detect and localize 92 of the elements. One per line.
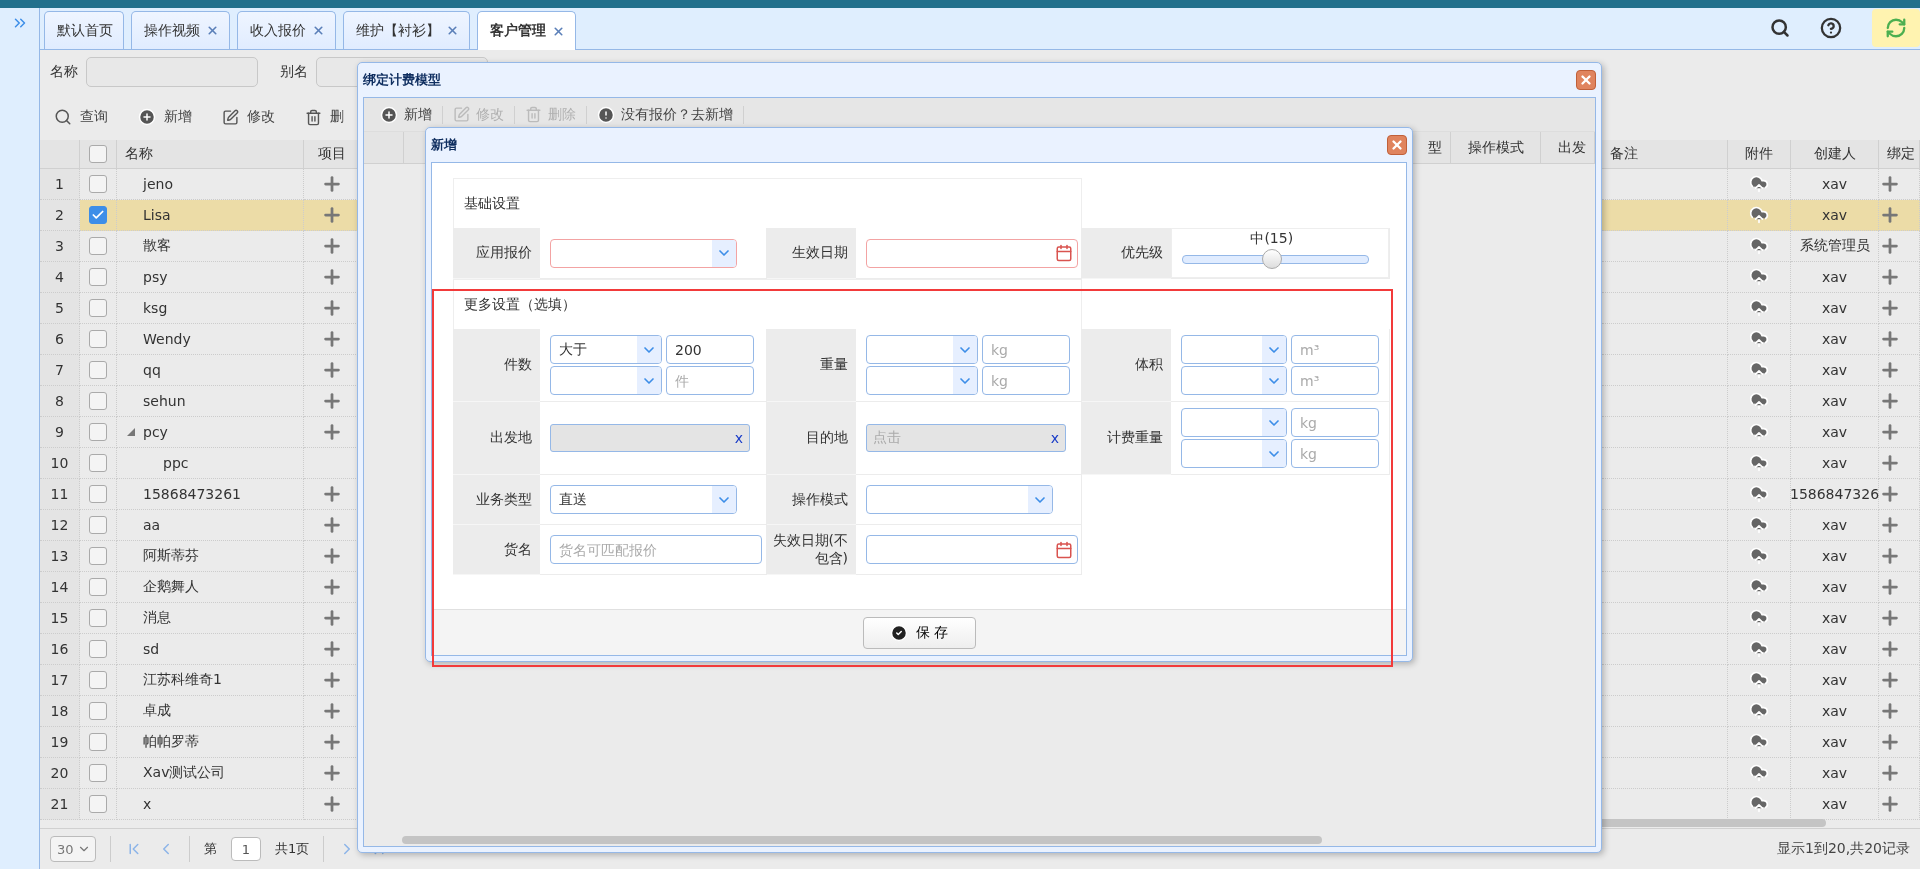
creator-name: xav — [1791, 603, 1879, 634]
slider-value: 中(15) — [1250, 229, 1294, 247]
row-number: 5 — [40, 293, 80, 324]
customer-name: sd — [143, 641, 160, 657]
field-label: 别名 — [280, 63, 308, 81]
row-number: 19 — [40, 727, 80, 758]
column-header: 备注 — [1602, 140, 1728, 169]
customer-name: psy — [143, 269, 168, 285]
column-header: 操作模式 — [1451, 132, 1541, 164]
creator-name: 1586847326 — [1791, 479, 1879, 510]
field-label: 体积 — [1082, 329, 1171, 402]
dialog-title: 新增 — [431, 136, 457, 154]
row-number: 21 — [40, 789, 80, 820]
row-number: 8 — [40, 386, 80, 417]
field-label: 优先级 — [1082, 228, 1171, 279]
creator-name: xav — [1791, 727, 1879, 758]
creator-name: xav — [1791, 355, 1879, 386]
creator-name: xav — [1791, 572, 1879, 603]
customer-name: 消息 — [143, 609, 171, 627]
customer-name: sehun — [143, 393, 186, 409]
customer-name: x — [143, 796, 152, 812]
customer-name: 卓成 — [143, 702, 171, 720]
creator-name: xav — [1791, 417, 1879, 448]
customer-name: 阿斯蒂芬 — [143, 547, 199, 565]
row-number: 9 — [40, 417, 80, 448]
creator-name: xav — [1791, 541, 1879, 572]
field-label: 生效日期 — [767, 228, 856, 279]
column-header: 创建人 — [1791, 140, 1879, 169]
field-label: 名称 — [50, 63, 78, 81]
placeholder-text: 点击 — [873, 429, 901, 447]
row-number: 3 — [40, 231, 80, 262]
creator-name: xav — [1791, 758, 1879, 789]
creator-name: xav — [1791, 324, 1879, 355]
row-number: 18 — [40, 696, 80, 727]
customer-name: ksg — [143, 300, 168, 316]
field-label: 出发地 — [453, 402, 540, 475]
field-label: 计费重量 — [1082, 402, 1171, 475]
customer-name: Xav测试公司 — [143, 764, 226, 782]
customer-name: 江苏科维奇1 — [143, 671, 222, 689]
customer-name: jeno — [143, 176, 173, 192]
row-number: 12 — [40, 510, 80, 541]
field-label: 业务类型 — [453, 475, 540, 525]
creator-name: xav — [1791, 262, 1879, 293]
row-number: 10 — [40, 448, 80, 479]
page-prefix: 第 — [204, 840, 217, 858]
creator-name: xav — [1791, 665, 1879, 696]
customer-name: aa — [143, 517, 161, 533]
row-number: 4 — [40, 262, 80, 293]
row-number: 6 — [40, 324, 80, 355]
dialog-title: 绑定计费模型 — [363, 71, 441, 89]
row-number: 20 — [40, 758, 80, 789]
row-number: 2 — [40, 200, 80, 231]
row-number: 7 — [40, 355, 80, 386]
row-number: 17 — [40, 665, 80, 696]
customer-name: Lisa — [143, 207, 171, 223]
column-header: 名称 — [117, 140, 304, 169]
row-number: 11 — [40, 479, 80, 510]
customer-name: qq — [143, 362, 161, 378]
customer-name: ppc — [163, 455, 189, 471]
creator-name: xav — [1791, 696, 1879, 727]
customer-name: 15868473261 — [143, 486, 241, 502]
creator-name: xav — [1791, 510, 1879, 541]
creator-name: xav — [1791, 634, 1879, 665]
row-number: 16 — [40, 634, 80, 665]
row-number: 15 — [40, 603, 80, 634]
field-label: 目的地 — [767, 402, 856, 475]
row-number: 1 — [40, 169, 80, 200]
field-label: 货名 — [453, 525, 540, 575]
creator-name: 系统管理员 — [1791, 231, 1879, 262]
column-header: 项目 — [304, 140, 360, 169]
column-header: 绑定 — [1879, 140, 1920, 169]
column-header: 出发 — [1541, 132, 1595, 164]
creator-name: xav — [1791, 169, 1879, 200]
field-label: 件数 — [453, 329, 540, 402]
customer-name: 散客 — [143, 237, 171, 255]
customer-name: 帕帕罗蒂 — [143, 733, 199, 751]
row-number: 14 — [40, 572, 80, 603]
field-label: 重量 — [767, 329, 856, 402]
page-total: 共1页 — [275, 840, 310, 858]
creator-name: xav — [1791, 200, 1879, 231]
row-number: 13 — [40, 541, 80, 572]
field-label: 操作模式 — [767, 475, 856, 525]
record-summary: 显示1到20,共20记录 — [1777, 840, 1910, 858]
customer-name: 企鹅舞人 — [143, 578, 199, 596]
creator-name: xav — [1791, 386, 1879, 417]
customer-name: Wendy — [143, 331, 191, 347]
creator-name: xav — [1791, 293, 1879, 324]
field-label: 应用报价 — [453, 228, 540, 279]
creator-name: xav — [1791, 448, 1879, 479]
column-header: 附件 — [1728, 140, 1791, 169]
customer-name: pcy — [143, 424, 168, 440]
field-label: 失效日期(不包含) — [767, 525, 856, 575]
